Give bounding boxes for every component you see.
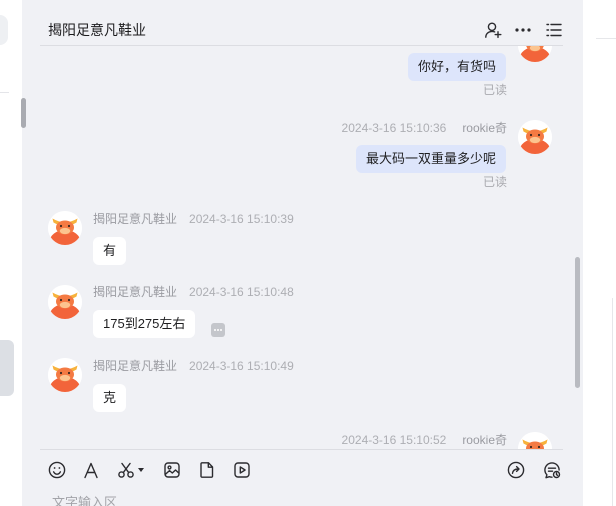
message-time: 2024-3-16 15:10:49 <box>189 359 294 373</box>
avatar[interactable] <box>48 211 82 245</box>
conversation-list-scrollbar[interactable] <box>21 98 26 128</box>
chat-header: 揭阳足意凡鞋业 <box>22 0 583 46</box>
read-receipt: 已读 <box>482 175 507 189</box>
chat-title: 揭阳足意凡鞋业 <box>48 22 146 38</box>
avatar[interactable] <box>518 46 552 62</box>
message-meta: 2024-3-16 15:10:36 rookie奇 <box>342 121 507 135</box>
message-meta: 揭阳足意凡鞋业 2024-3-16 15:10:39 <box>93 212 294 226</box>
file-icon[interactable] <box>198 461 216 479</box>
avatar[interactable] <box>518 120 552 154</box>
message-meta: 揭阳足意凡鞋业 2024-3-16 15:10:48 <box>93 285 294 299</box>
conversation-search-box[interactable] <box>0 15 8 45</box>
message-sender: rookie奇 <box>462 121 507 135</box>
chat-panel: 揭阳足意凡鞋业 你好，有货吗 已读 2024-3-16 15:10:36 roo… <box>22 0 583 506</box>
add-contact-icon[interactable] <box>484 21 502 39</box>
message-more-icon[interactable] <box>211 323 225 337</box>
message-input[interactable] <box>48 495 568 506</box>
message-time: 2024-3-16 15:10:52 <box>341 433 447 447</box>
conversation-list-panel <box>0 0 22 506</box>
conversation-list-item-selected[interactable] <box>0 340 14 396</box>
message-sender: 揭阳足意凡鞋业 <box>93 212 178 226</box>
message-sender: rookie奇 <box>462 433 507 447</box>
avatar[interactable] <box>48 358 82 392</box>
side-panel-border <box>612 298 613 506</box>
video-icon[interactable] <box>233 461 251 479</box>
message-bubble[interactable]: 最大码一双重量多少呢 <box>355 145 506 173</box>
side-panel-divider <box>596 38 616 39</box>
image-icon[interactable] <box>163 461 181 479</box>
more-icon[interactable] <box>514 21 532 39</box>
message-list[interactable]: 你好，有货吗 已读 2024-3-16 15:10:36 rookie奇 最大码… <box>22 46 583 449</box>
caret-down-icon[interactable] <box>138 468 144 472</box>
message-sender: 揭阳足意凡鞋业 <box>93 285 178 299</box>
avatar[interactable] <box>48 285 82 319</box>
message-sender: 揭阳足意凡鞋业 <box>93 359 178 373</box>
side-panel <box>583 0 616 506</box>
message-meta: 2024-3-16 15:10:52 rookie奇 <box>342 433 507 447</box>
message-list-scrollbar[interactable] <box>575 257 580 388</box>
message-bubble[interactable]: 有 <box>93 237 127 265</box>
composer-toolbar <box>22 449 583 506</box>
message-bubble[interactable]: 你好，有货吗 <box>407 53 506 81</box>
avatar[interactable] <box>518 432 552 449</box>
scissors-icon[interactable] <box>117 461 135 479</box>
toolbar-divider <box>40 449 563 450</box>
chat-history-icon[interactable] <box>543 461 561 479</box>
message-time: 2024-3-16 15:10:48 <box>189 285 294 299</box>
message-meta: 揭阳足意凡鞋业 2024-3-16 15:10:49 <box>93 359 294 373</box>
message-bubble[interactable]: 克 <box>93 384 127 412</box>
forward-icon[interactable] <box>507 461 525 479</box>
emoji-icon[interactable] <box>48 461 66 479</box>
font-icon[interactable] <box>82 461 100 479</box>
read-receipt: 已读 <box>482 83 507 97</box>
conversation-list-divider <box>0 92 9 93</box>
message-time: 2024-3-16 15:10:36 <box>341 121 447 135</box>
list-icon[interactable] <box>545 21 563 39</box>
message-time: 2024-3-16 15:10:39 <box>189 212 294 226</box>
message-bubble[interactable]: 175到275左右 <box>93 310 196 338</box>
